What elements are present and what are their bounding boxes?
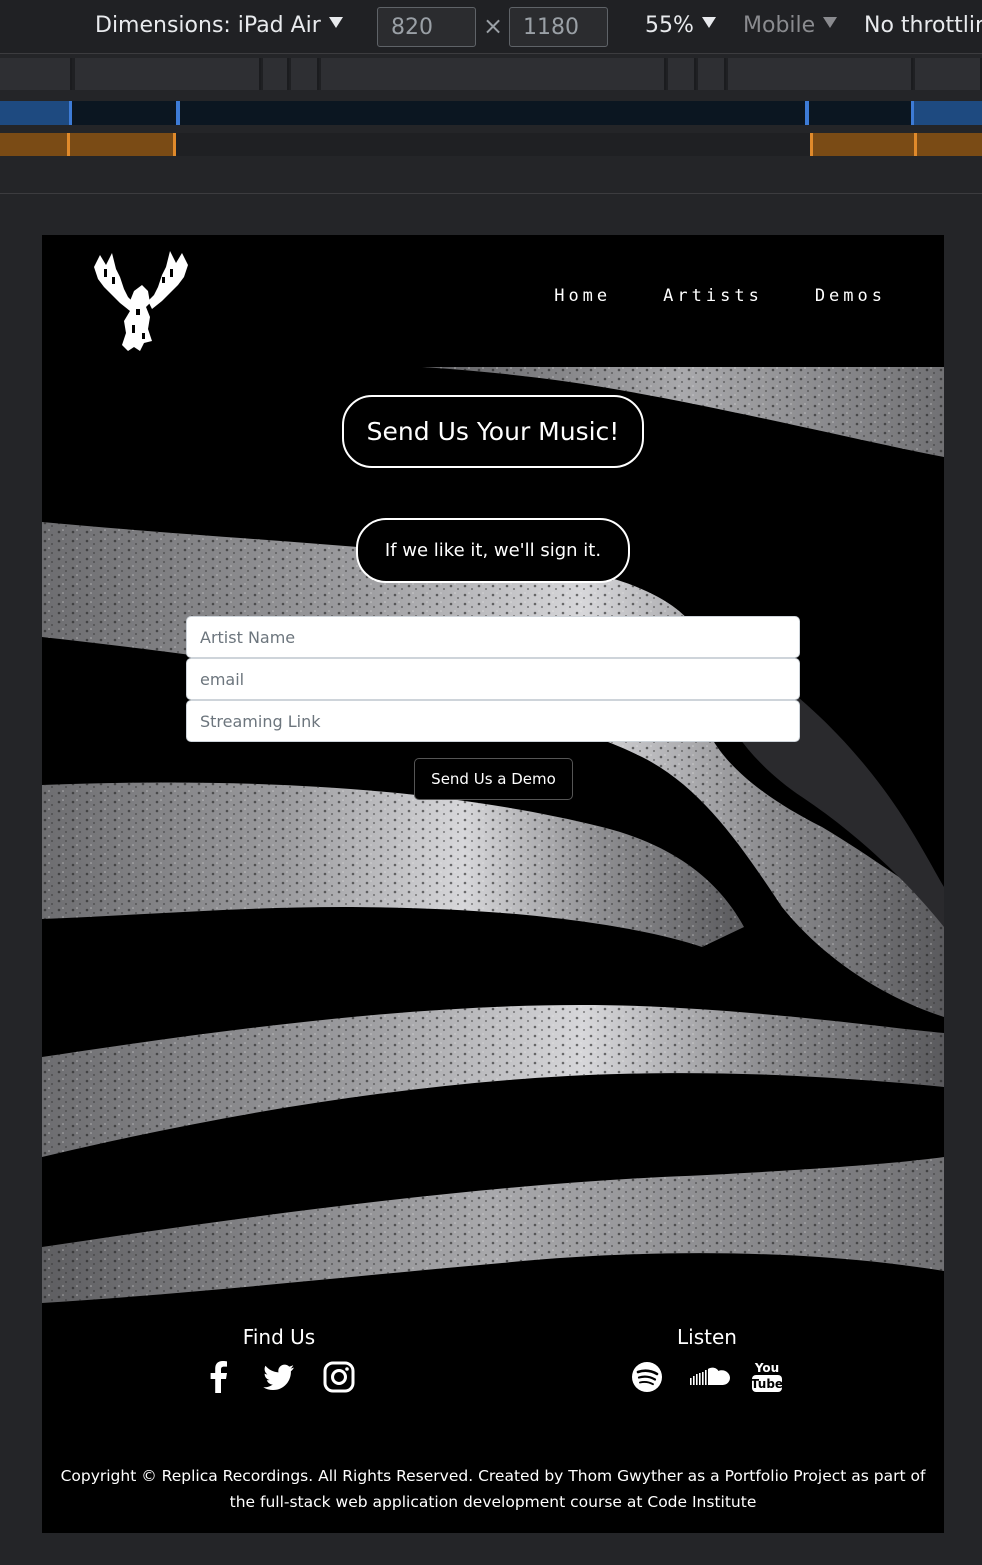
youtube-tube-text: Tube — [751, 1377, 783, 1391]
media-query-marker — [173, 133, 176, 156]
listen-section: Listen You Tube — [587, 1325, 827, 1395]
find-us-heading: Find Us — [242, 1325, 316, 1349]
width-input[interactable]: 820 — [377, 7, 476, 47]
times-icon: × — [483, 12, 504, 40]
dimensions-dropdown[interactable]: Dimensions: iPad Air — [95, 13, 343, 38]
media-query-segment[interactable] — [321, 58, 666, 90]
height-input[interactable]: 1180 — [509, 7, 608, 47]
youtube-icon[interactable]: You Tube — [749, 1359, 785, 1395]
device-mode-label: Mobile — [743, 13, 816, 38]
listen-heading: Listen — [677, 1325, 737, 1349]
nav-item-artists[interactable]: Artists — [663, 286, 763, 306]
device-mode-dropdown[interactable]: Mobile — [743, 13, 838, 38]
dropdown-arrow-icon — [328, 17, 343, 28]
media-query-bar-range — [0, 133, 982, 156]
logo-icon[interactable] — [90, 247, 192, 353]
nav-item-demos[interactable]: Demos — [815, 286, 886, 306]
media-query-marker — [176, 101, 180, 125]
email-input[interactable] — [186, 658, 800, 700]
media-query-segment[interactable] — [0, 58, 72, 90]
emulated-page: Home Artists Demos Send Us Your Music! I… — [42, 235, 944, 1533]
dropdown-arrow-icon — [701, 17, 716, 28]
hero-background — [42, 367, 944, 1303]
twitter-icon[interactable] — [261, 1359, 297, 1395]
send-demo-button[interactable]: Send Us a Demo — [414, 758, 573, 800]
throttling-dropdown[interactable]: No throttlin — [864, 13, 982, 38]
soundcloud-icon[interactable] — [689, 1359, 730, 1395]
media-query-segment[interactable] — [698, 58, 726, 90]
media-query-segment[interactable] — [75, 58, 261, 90]
media-query-segment[interactable] — [0, 101, 72, 125]
artist-name-input[interactable] — [186, 616, 800, 658]
media-query-marker — [810, 133, 813, 156]
media-query-segment[interactable] — [911, 101, 982, 125]
find-us-section: Find Us — [159, 1325, 399, 1395]
media-query-segment[interactable] — [291, 58, 319, 90]
media-query-marker — [67, 133, 70, 156]
instagram-icon[interactable] — [321, 1359, 357, 1395]
dropdown-arrow-icon — [823, 17, 838, 28]
media-query-marker — [914, 133, 917, 156]
ruler-divider — [0, 193, 982, 194]
media-query-segment[interactable] — [263, 58, 289, 90]
devtools-device-toolbar: Dimensions: iPad Air 820 × 1180 55% Mobi… — [0, 0, 982, 54]
page-subtitle: If we like it, we'll sign it. — [356, 518, 630, 583]
dimensions-label: Dimensions: iPad Air — [95, 13, 321, 38]
media-query-marker — [805, 101, 809, 125]
media-query-bar-max-width — [0, 101, 982, 125]
media-query-segment[interactable] — [728, 58, 913, 90]
page-title: Send Us Your Music! — [342, 395, 644, 468]
nav-links: Home Artists Demos — [554, 286, 886, 306]
facebook-icon[interactable] — [201, 1359, 237, 1395]
zoom-dropdown[interactable]: 55% — [645, 13, 716, 38]
streaming-link-input[interactable] — [186, 700, 800, 742]
media-query-segment[interactable] — [915, 58, 982, 90]
navbar: Home Artists Demos — [42, 235, 944, 367]
footer: Find Us Listen You Tube Copyright © Repl… — [42, 1303, 944, 1533]
nav-item-home[interactable]: Home — [554, 286, 611, 306]
youtube-you-text: You — [754, 1361, 779, 1375]
media-query-segment[interactable] — [0, 133, 176, 156]
media-query-segment[interactable] — [668, 58, 696, 90]
demo-form — [186, 616, 800, 742]
ribbon-texture-image — [42, 367, 944, 1303]
media-query-bar-min-width — [0, 58, 982, 90]
spotify-icon[interactable] — [629, 1359, 665, 1395]
media-query-segment[interactable] — [810, 133, 982, 156]
zoom-label: 55% — [645, 13, 694, 38]
copyright-text: Copyright © Replica Recordings. All Righ… — [60, 1467, 926, 1511]
